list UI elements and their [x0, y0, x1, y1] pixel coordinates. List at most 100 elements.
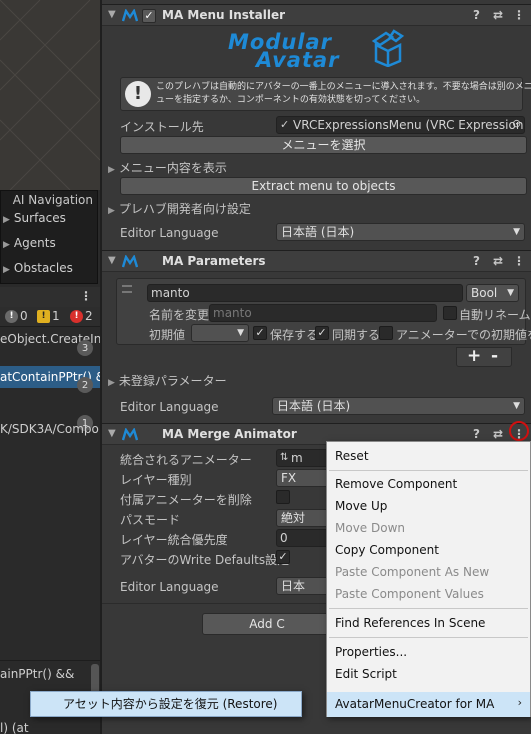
add-component-button[interactable]: Add C [202, 613, 332, 635]
synced-checkbox[interactable]: ✓ [315, 326, 329, 340]
delete-attached-animator-checkbox[interactable] [276, 490, 290, 504]
console-log-row[interactable]: K/SDK3A/Compo [0, 418, 100, 440]
select-menu-button[interactable]: メニューを選択 [120, 136, 527, 154]
menu-item-move-up[interactable]: Move Up [335, 499, 387, 513]
merge-row-label: 付属アニメーターを削除 [120, 493, 252, 507]
help-icon[interactable]: ? [473, 427, 480, 441]
menu-item-paste-as-new: Paste Component As New [335, 565, 490, 579]
default-value-label: 初期値 [149, 328, 186, 342]
merge-row-label: 統合されるアニメーター [120, 453, 252, 467]
saved-checkbox[interactable]: ✓ [253, 326, 267, 340]
saved-label: 保存する [270, 328, 319, 342]
menu-installer-header[interactable]: ▼ ✓ MA Menu Installer ? ⇄ ⋮ [102, 4, 531, 26]
editor-language-label: Editor Language [120, 226, 219, 240]
preset-icon[interactable]: ⇄ [493, 8, 503, 22]
dropdown-arrow-icon: ▼ [513, 401, 520, 411]
unregistered-params-foldout[interactable]: ▶ 未登録パラメーター [108, 372, 227, 389]
editor-language-label: Editor Language [120, 580, 219, 594]
info-icon: ! [5, 309, 18, 323]
foldout-arrow-icon[interactable]: ▼ [108, 9, 116, 20]
log-count-badge: 2 [77, 377, 93, 393]
preset-icon[interactable]: ⇄ [493, 254, 503, 268]
menu-separator [329, 637, 528, 638]
animator-default-checkbox[interactable] [379, 326, 393, 340]
preset-icon[interactable]: ⇄ [493, 427, 503, 441]
parameter-list: manto Bool ▼ 名前を変更 manto 自動リネーム 初期値 ▼ ✓ 保… [116, 278, 531, 345]
error-count-toggle[interactable]: ! 2 [70, 309, 93, 323]
default-value-dropdown[interactable]: ▼ [191, 324, 249, 342]
ai-nav-item-obstacles[interactable]: ▶ Obstacles [1, 261, 73, 279]
scene-grid [0, 0, 100, 190]
write-defaults-checkbox[interactable]: ✓ [276, 550, 290, 564]
drag-handle-icon[interactable] [122, 285, 132, 293]
kebab-menu-icon[interactable]: ⋮ [80, 289, 92, 303]
component-enabled-checkbox[interactable]: ✓ [142, 9, 156, 23]
dropdown-arrow-icon: ▼ [513, 227, 520, 237]
caret-right-icon: ▶ [3, 215, 10, 225]
divider [0, 660, 100, 661]
remove-parameter-button[interactable]: - [491, 346, 498, 366]
prefab-dev-foldout[interactable]: ▶ プレハブ開発者向け設定 [108, 200, 251, 217]
help-icon[interactable]: ? [473, 8, 480, 22]
menu-item-find-references[interactable]: Find References In Scene [335, 616, 485, 630]
highlight-ring [509, 421, 529, 441]
menu-item-edit-script[interactable]: Edit Script [335, 667, 397, 681]
modular-avatar-icon [122, 9, 138, 22]
menu-item-properties[interactable]: Properties... [335, 645, 407, 659]
warning-icon: ! [37, 309, 50, 323]
help-icon[interactable]: ? [473, 254, 480, 268]
animator-default-label: アニメーターでの初期値を設定 [396, 328, 531, 342]
kebab-menu-icon[interactable]: ⋮ [513, 254, 525, 268]
component-context-menu: Reset Remove Component Move Up Move Down… [326, 441, 531, 717]
dropdown-arrow-icon: ▼ [237, 328, 244, 338]
merge-row-label: アバターのWrite Defaults設定 [120, 553, 290, 567]
menu-item-copy-component[interactable]: Copy Component [335, 543, 439, 557]
console-detail-line: ainPPtr() && [0, 667, 75, 681]
menu-item-avatarmenucreator[interactable]: AvatarMenuCreator for MA › [327, 692, 530, 717]
error-icon: ! [70, 309, 83, 323]
install-to-field[interactable]: ✓ VRCExpressionsMenu (VRC Expression [276, 116, 525, 134]
auto-rename-label: 自動リネーム [459, 308, 531, 322]
menu-item-move-down: Move Down [335, 521, 405, 535]
parameter-type-dropdown[interactable]: Bool ▼ [466, 284, 519, 302]
menu-item-reset[interactable]: Reset [335, 449, 369, 463]
extract-menu-button[interactable]: Extract menu to objects [120, 177, 527, 195]
editor-language-dropdown[interactable]: 日本語 (日本) ▼ [272, 397, 525, 415]
info-count-toggle[interactable]: ! 0 [5, 309, 28, 323]
rename-label: 名前を変更 [149, 308, 210, 322]
caret-right-icon: ▶ [3, 240, 10, 250]
caret-right-icon: ▶ [108, 165, 115, 175]
menu-item-remove-component[interactable]: Remove Component [335, 477, 457, 491]
vrc-icon: ✓ [280, 118, 290, 131]
component-title: MA Parameters [162, 254, 266, 268]
console-toolbar: ! 0 ! 1 ! 2 [0, 307, 100, 327]
parameters-header[interactable]: ▼ MA Parameters ? ⇄ ⋮ [102, 250, 531, 272]
editor-language-dropdown[interactable]: 日本語 (日本) ▼ [276, 223, 525, 241]
ai-nav-item-surfaces[interactable]: ▶ Surfaces [1, 211, 66, 229]
editor-language-label: Editor Language [120, 400, 219, 414]
help-text: このプレハブは自動的にアバターの一番上のメニューに導入されます。不要な場合は別の… [156, 82, 531, 105]
modular-avatar-logo: Modular Avatar [222, 27, 412, 75]
object-picker-icon[interactable]: ⊙ [512, 117, 521, 130]
caret-right-icon: ▶ [3, 265, 10, 275]
ai-nav-item-agents[interactable]: ▶ Agents [1, 236, 56, 254]
kebab-menu-icon[interactable]: ⋮ [513, 8, 525, 22]
menu-separator [329, 608, 528, 609]
foldout-arrow-icon[interactable]: ▼ [108, 428, 116, 439]
info-icon: ! [125, 81, 151, 107]
console-detail-line: l) (at [0, 722, 29, 734]
parameter-name-field[interactable]: manto [147, 284, 463, 302]
list-add-remove-footer: + - [456, 346, 512, 367]
show-menu-foldout[interactable]: ▶ メニュー内容を表示 [108, 159, 227, 176]
auto-rename-checkbox[interactable] [443, 306, 457, 320]
component-title: MA Menu Installer [162, 8, 286, 22]
dropdown-arrow-icon: ▼ [507, 288, 514, 298]
rename-field[interactable]: manto [209, 304, 437, 322]
foldout-arrow-icon[interactable]: ▼ [108, 255, 116, 266]
add-parameter-button[interactable]: + [467, 346, 481, 366]
merge-row-label: パスモード [120, 513, 181, 527]
animator-icon: ⇅ [280, 452, 289, 463]
warning-count-toggle[interactable]: ! 1 [37, 309, 60, 323]
submenu-item-restore[interactable]: アセット内容から設定を復元 (Restore) [30, 691, 302, 717]
scene-view[interactable] [0, 0, 100, 190]
